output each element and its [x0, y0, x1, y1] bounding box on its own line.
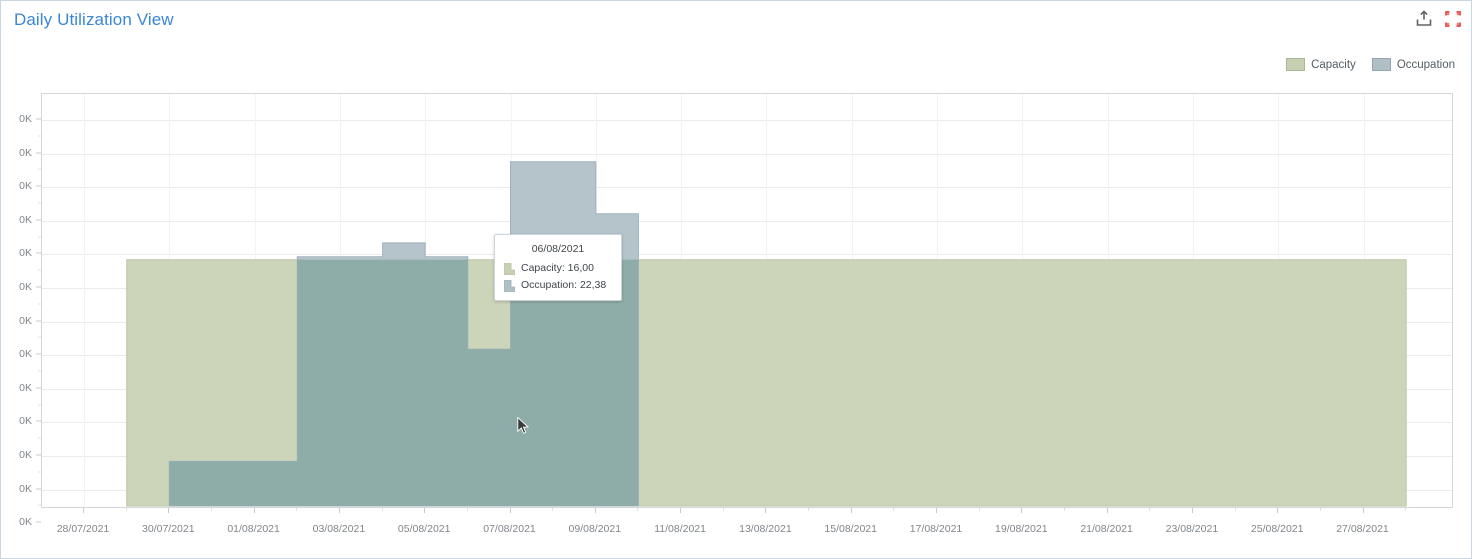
x-minor-tick [1405, 508, 1406, 511]
x-tick-mark [680, 508, 681, 513]
x-tick-label: 27/08/2021 [1336, 523, 1389, 535]
x-axis: 28/07/2021 30/07/2021 01/08/2021 03/08/2021… [41, 508, 1453, 548]
x-minor-tick [723, 508, 724, 511]
y-tick-label: 0K [19, 281, 32, 293]
x-minor-tick [211, 508, 212, 511]
legend-item-capacity[interactable]: Capacity [1286, 58, 1356, 71]
tooltip-swatch-occupation [504, 279, 515, 291]
x-tick-label: 19/08/2021 [995, 523, 1048, 535]
x-tick-label: 01/08/2021 [227, 523, 280, 535]
x-minor-tick [893, 508, 894, 511]
x-tick-label: 09/08/2021 [569, 523, 622, 535]
x-tick-mark [1021, 508, 1022, 513]
y-axis: 0K0K0K0K0K0K0K0K0K0K0K0K0K [1, 93, 41, 508]
chart-tooltip: 06/08/2021 Capacity: 16,00 Occupation: 2… [494, 234, 622, 301]
series-layer [42, 94, 1453, 508]
x-tick-mark [1107, 508, 1108, 513]
tooltip-row-occupation: Occupation: 22,38 [504, 279, 612, 291]
x-minor-tick [382, 508, 383, 511]
x-minor-tick [1235, 508, 1236, 511]
x-tick-mark [83, 508, 84, 513]
x-tick-label: 05/08/2021 [398, 523, 451, 535]
x-tick-label: 03/08/2021 [313, 523, 366, 535]
y-tick-label: 0K [19, 214, 32, 226]
y-tick-label: 0K [19, 147, 32, 159]
x-tick-mark [1363, 508, 1364, 513]
y-tick-label: 0K [19, 180, 32, 192]
y-tick-label: 0K [19, 382, 32, 394]
tooltip-occupation-value: Occupation: 22,38 [521, 279, 606, 291]
x-minor-tick [808, 508, 809, 511]
tooltip-capacity-value: Capacity: 16,00 [521, 262, 594, 274]
x-tick-label: 28/07/2021 [57, 523, 110, 535]
tooltip-swatch-capacity [504, 262, 515, 274]
x-tick-label: 15/08/2021 [824, 523, 877, 535]
legend-label-occupation: Occupation [1397, 59, 1455, 71]
tooltip-date: 06/08/2021 [504, 243, 612, 255]
y-tick-label: 0K [19, 415, 32, 427]
x-tick-label: 30/07/2021 [142, 523, 195, 535]
header-actions [1414, 9, 1463, 29]
x-minor-tick [126, 508, 127, 511]
y-tick-label: 0K [19, 113, 32, 125]
x-tick-mark [424, 508, 425, 513]
x-minor-tick [1149, 508, 1150, 511]
x-tick-label: 21/08/2021 [1080, 523, 1133, 535]
y-tick-label: 0K [19, 483, 32, 495]
x-tick-mark [765, 508, 766, 513]
daily-utilization-panel: Daily Utilization View [0, 0, 1472, 559]
tooltip-row-capacity: Capacity: 16,00 [504, 262, 612, 274]
x-tick-mark [1277, 508, 1278, 513]
x-tick-label: 17/08/2021 [910, 523, 963, 535]
x-tick-mark [1192, 508, 1193, 513]
x-tick-mark [168, 508, 169, 513]
x-minor-tick [552, 508, 553, 511]
x-tick-label: 25/08/2021 [1251, 523, 1304, 535]
y-tick-label: 0K [19, 247, 32, 259]
y-tick-label: 0K [19, 516, 32, 528]
y-tick-label: 0K [19, 315, 32, 327]
x-minor-tick [637, 508, 638, 511]
area-series-svg [42, 94, 1453, 508]
x-minor-tick [467, 508, 468, 511]
legend-label-capacity: Capacity [1311, 59, 1356, 71]
page-title: Daily Utilization View [14, 10, 174, 30]
y-tick-label: 0K [19, 348, 32, 360]
y-tick-label: 0K [19, 449, 32, 461]
x-tick-mark [851, 508, 852, 513]
x-tick-mark [595, 508, 596, 513]
x-minor-tick [979, 508, 980, 511]
x-tick-mark [510, 508, 511, 513]
x-tick-label: 13/08/2021 [739, 523, 792, 535]
plot-area[interactable]: 06/08/2021 Capacity: 16,00 Occupation: 2… [41, 93, 1453, 508]
x-tick-mark [254, 508, 255, 513]
export-icon[interactable] [1414, 9, 1434, 29]
x-minor-tick [1320, 508, 1321, 511]
x-minor-tick [1064, 508, 1065, 511]
x-tick-mark [936, 508, 937, 513]
collapse-icon[interactable] [1443, 9, 1463, 29]
x-tick-mark [339, 508, 340, 513]
x-tick-label: 07/08/2021 [483, 523, 536, 535]
x-tick-label: 23/08/2021 [1166, 523, 1219, 535]
legend-item-occupation[interactable]: Occupation [1372, 58, 1455, 71]
legend-swatch-occupation [1372, 58, 1391, 71]
x-tick-label: 11/08/2021 [654, 523, 706, 535]
x-minor-tick [296, 508, 297, 511]
legend-swatch-capacity [1286, 58, 1305, 71]
chart-legend: Capacity Occupation [1286, 58, 1455, 71]
